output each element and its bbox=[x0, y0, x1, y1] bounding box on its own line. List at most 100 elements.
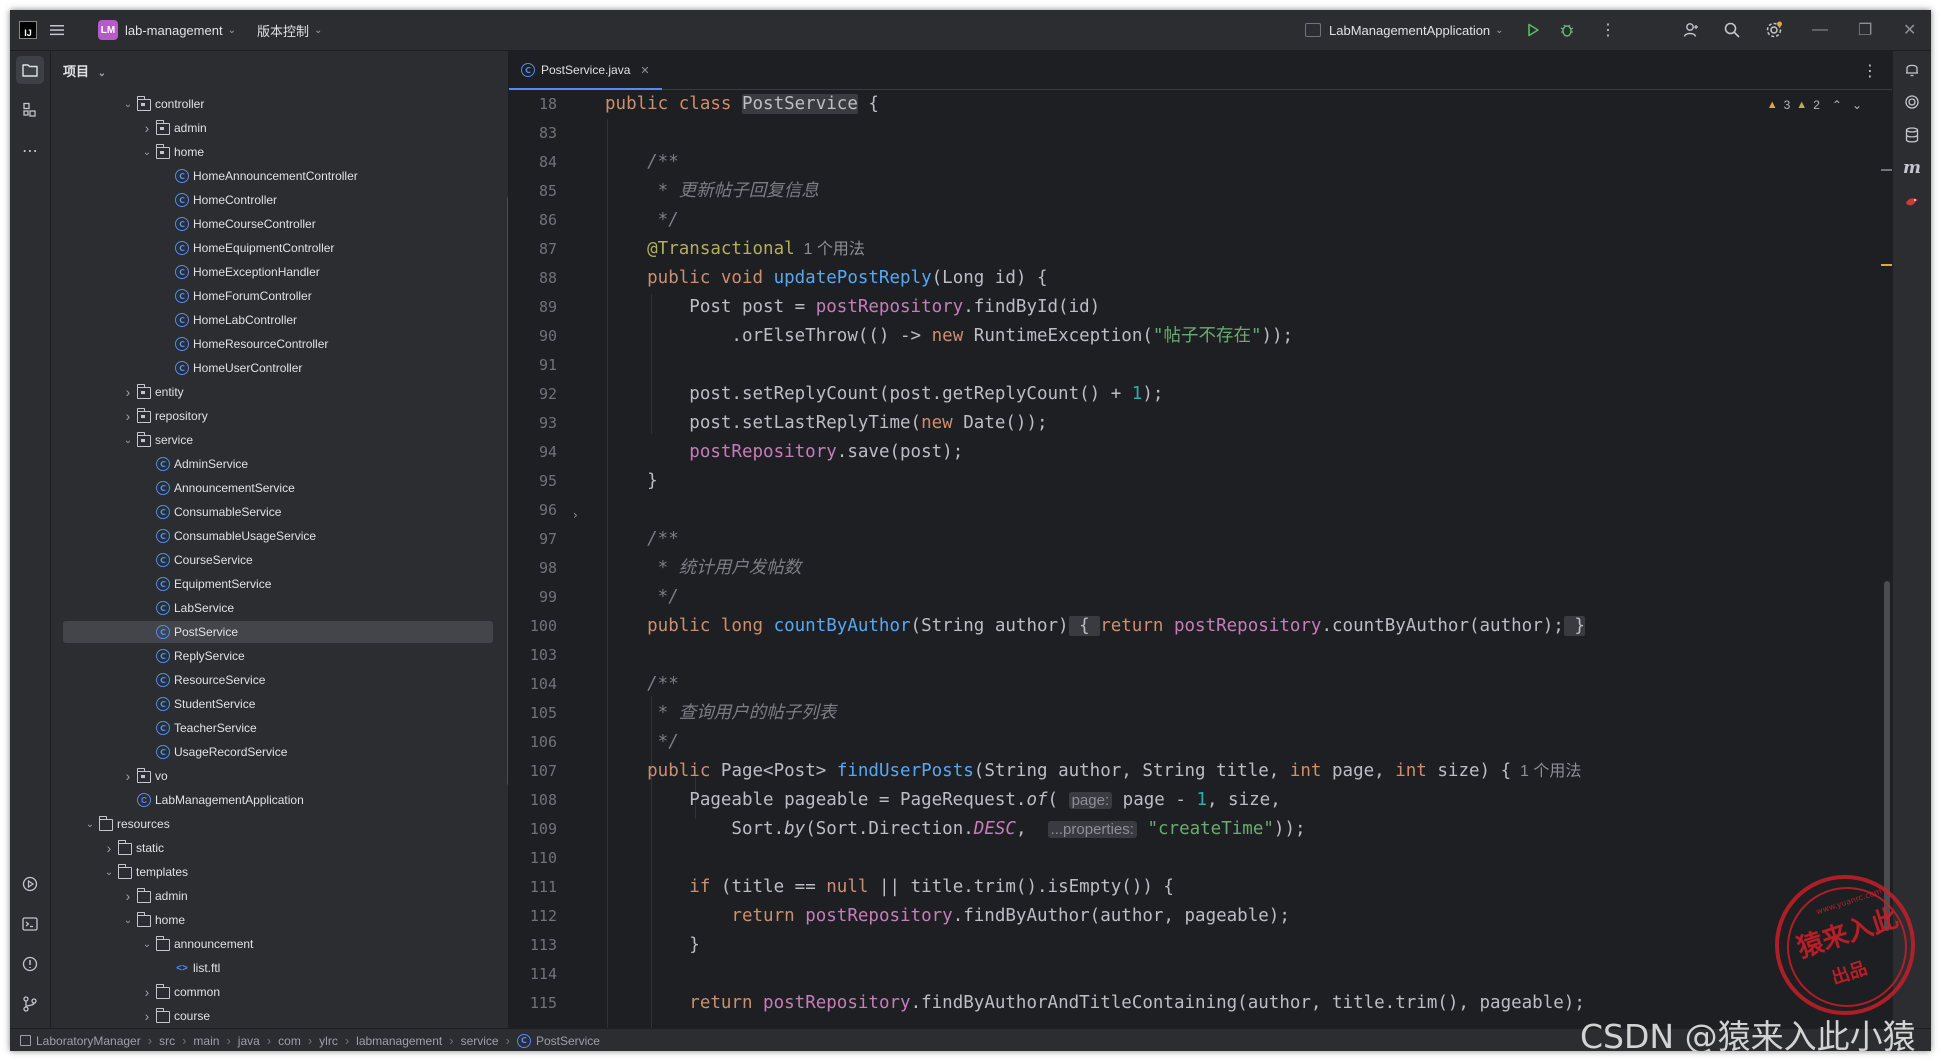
tree-item[interactable]: › admin bbox=[51, 884, 508, 908]
search-everywhere-button[interactable] bbox=[1723, 10, 1741, 50]
tree-item[interactable]: C LabService bbox=[51, 596, 508, 620]
plugin-button[interactable] bbox=[1899, 188, 1925, 214]
chevron-down-icon[interactable]: ⌄ bbox=[139, 147, 155, 158]
breadcrumb-item[interactable]: LaboratoryManager bbox=[36, 1034, 141, 1048]
chevron-right-icon[interactable]: › bbox=[139, 120, 155, 136]
tab-options-button[interactable]: ⋮ bbox=[1862, 51, 1878, 89]
tree-item[interactable]: C HomeUserController bbox=[51, 356, 508, 380]
tree-item[interactable]: › repository bbox=[51, 404, 508, 428]
tree-item[interactable]: C EquipmentService bbox=[51, 572, 508, 596]
tree-item[interactable]: <> list.ftl bbox=[51, 956, 508, 980]
breadcrumb-item[interactable]: service bbox=[461, 1034, 499, 1048]
tree-item[interactable]: C ConsumableService bbox=[51, 500, 508, 524]
main-menu-button[interactable] bbox=[48, 10, 66, 50]
chevron-down-icon[interactable]: ⌄ bbox=[120, 435, 136, 446]
breadcrumb-item[interactable]: com bbox=[278, 1034, 301, 1048]
tree-item[interactable]: C AnnouncementService bbox=[51, 476, 508, 500]
tree-item[interactable]: ⌄ announcement bbox=[51, 932, 508, 956]
breadcrumb-item[interactable]: main bbox=[193, 1034, 219, 1048]
breadcrumb-item[interactable]: java bbox=[238, 1034, 260, 1048]
ai-assistant-button[interactable] bbox=[1899, 89, 1925, 115]
breadcrumb-item[interactable]: labmanagement bbox=[356, 1034, 442, 1048]
notifications-button[interactable] bbox=[1899, 56, 1925, 82]
debug-button[interactable] bbox=[1559, 10, 1575, 50]
tree-item[interactable]: ⌄ home bbox=[51, 140, 508, 164]
structure-tool-button[interactable] bbox=[16, 96, 44, 124]
tree-item[interactable]: ⌄ service bbox=[51, 428, 508, 452]
tree-item[interactable]: C ConsumableUsageService bbox=[51, 524, 508, 548]
project-view-selector[interactable]: 项目 ⌄ bbox=[63, 61, 106, 80]
fold-expand-icon[interactable]: › bbox=[573, 508, 578, 522]
chevron-down-icon[interactable]: ⌄ bbox=[82, 819, 98, 830]
editor-scrollbar[interactable] bbox=[1884, 581, 1890, 931]
tree-item[interactable]: › course bbox=[51, 1004, 508, 1028]
more-actions-button[interactable]: ⋮ bbox=[1600, 10, 1616, 50]
tree-item[interactable]: ⌄ controller bbox=[51, 92, 508, 116]
vcs-widget[interactable]: 版本控制 ⌄ bbox=[257, 10, 322, 50]
terminal-tool-button[interactable] bbox=[16, 910, 44, 938]
tree-item[interactable]: C HomeController bbox=[51, 188, 508, 212]
next-highlight-icon[interactable]: ⌄ bbox=[1852, 98, 1862, 112]
tree-item[interactable]: › static bbox=[51, 836, 508, 860]
usages-hint[interactable]: 1 个用法 bbox=[1511, 763, 1581, 780]
tree-item[interactable]: › entity bbox=[51, 380, 508, 404]
tree-item[interactable]: C HomeCourseController bbox=[51, 212, 508, 236]
chevron-down-icon[interactable]: ⌄ bbox=[120, 99, 136, 110]
tree-item[interactable]: C TeacherService bbox=[51, 716, 508, 740]
tree-item[interactable]: C UsageRecordService bbox=[51, 740, 508, 764]
tree-item[interactable]: › common bbox=[51, 980, 508, 1004]
close-window-button[interactable]: ✕ bbox=[1903, 10, 1916, 50]
maximize-button[interactable]: ❐ bbox=[1858, 10, 1872, 50]
chevron-right-icon[interactable]: › bbox=[120, 408, 136, 424]
chevron-down-icon[interactable]: ⌄ bbox=[139, 939, 155, 950]
database-button[interactable] bbox=[1899, 122, 1925, 148]
tree-item[interactable]: C ReplyService bbox=[51, 644, 508, 668]
tab-postservice[interactable]: C PostService.java ✕ bbox=[509, 51, 662, 90]
tree-item[interactable]: C HomeLabController bbox=[51, 308, 508, 332]
maven-button[interactable]: m bbox=[1899, 155, 1925, 181]
chevron-right-icon[interactable]: › bbox=[120, 384, 136, 400]
tree-item[interactable]: C CourseService bbox=[51, 548, 508, 572]
tree-item[interactable]: C HomeAnnouncementController bbox=[51, 164, 508, 188]
chevron-right-icon[interactable]: › bbox=[139, 984, 155, 1000]
code-token[interactable]: { bbox=[1068, 616, 1101, 636]
services-tool-button[interactable] bbox=[16, 870, 44, 898]
usages-hint[interactable]: 1 个用法 bbox=[795, 241, 865, 258]
problems-tool-button[interactable] bbox=[16, 950, 44, 978]
breadcrumb-item[interactable]: PostService bbox=[536, 1034, 600, 1048]
code-token[interactable]: } bbox=[1563, 616, 1585, 636]
more-tools-button[interactable]: ⋯ bbox=[16, 136, 44, 164]
git-tool-button[interactable] bbox=[16, 990, 44, 1018]
chevron-down-icon[interactable]: ⌄ bbox=[101, 867, 117, 878]
tree-item[interactable]: C PostService bbox=[51, 620, 508, 644]
code-area[interactable]: public class PostService { /** * 更新帖子回复信… bbox=[605, 90, 1875, 1028]
tree-item[interactable]: C AdminService bbox=[51, 452, 508, 476]
breadcrumb-item[interactable]: src bbox=[159, 1034, 175, 1048]
tree-item[interactable]: › admin bbox=[51, 116, 508, 140]
tree-item[interactable]: C HomeExceptionHandler bbox=[51, 260, 508, 284]
tree-item[interactable]: C LabManagementApplication bbox=[51, 788, 508, 812]
minimize-button[interactable]: — bbox=[1812, 10, 1828, 50]
chevron-right-icon[interactable]: › bbox=[139, 1008, 155, 1024]
chevron-right-icon[interactable]: › bbox=[101, 840, 117, 856]
tree-item[interactable]: ⌄ templates bbox=[51, 860, 508, 884]
tree-item[interactable]: ⌄ resources bbox=[51, 812, 508, 836]
chevron-right-icon[interactable]: › bbox=[120, 888, 136, 904]
chevron-down-icon[interactable]: ⌄ bbox=[120, 915, 136, 926]
previous-highlight-icon[interactable]: ⌃ bbox=[1832, 98, 1842, 112]
project-switcher[interactable]: LM lab-management ⌄ bbox=[98, 10, 236, 50]
tree-item[interactable]: C HomeResourceController bbox=[51, 332, 508, 356]
run-config-selector[interactable]: LabManagementApplication ⌄ bbox=[1305, 10, 1504, 50]
breadcrumb-item[interactable]: ylrc bbox=[319, 1034, 338, 1048]
run-button[interactable] bbox=[1525, 10, 1541, 50]
inspection-widget[interactable]: ▲ 3 ▲ 2 ⌃ ⌄ bbox=[1767, 98, 1862, 112]
tree-item[interactable]: C HomeEquipmentController bbox=[51, 236, 508, 260]
settings-button[interactable] bbox=[1764, 10, 1784, 50]
tree-item[interactable]: C StudentService bbox=[51, 692, 508, 716]
code-with-me-button[interactable] bbox=[1682, 10, 1700, 50]
tree-item[interactable]: › vo bbox=[51, 764, 508, 788]
tree-item[interactable]: C ResourceService bbox=[51, 668, 508, 692]
chevron-right-icon[interactable]: › bbox=[120, 768, 136, 784]
tree-item[interactable]: ⌄ home bbox=[51, 908, 508, 932]
close-tab-icon[interactable]: ✕ bbox=[640, 64, 649, 77]
